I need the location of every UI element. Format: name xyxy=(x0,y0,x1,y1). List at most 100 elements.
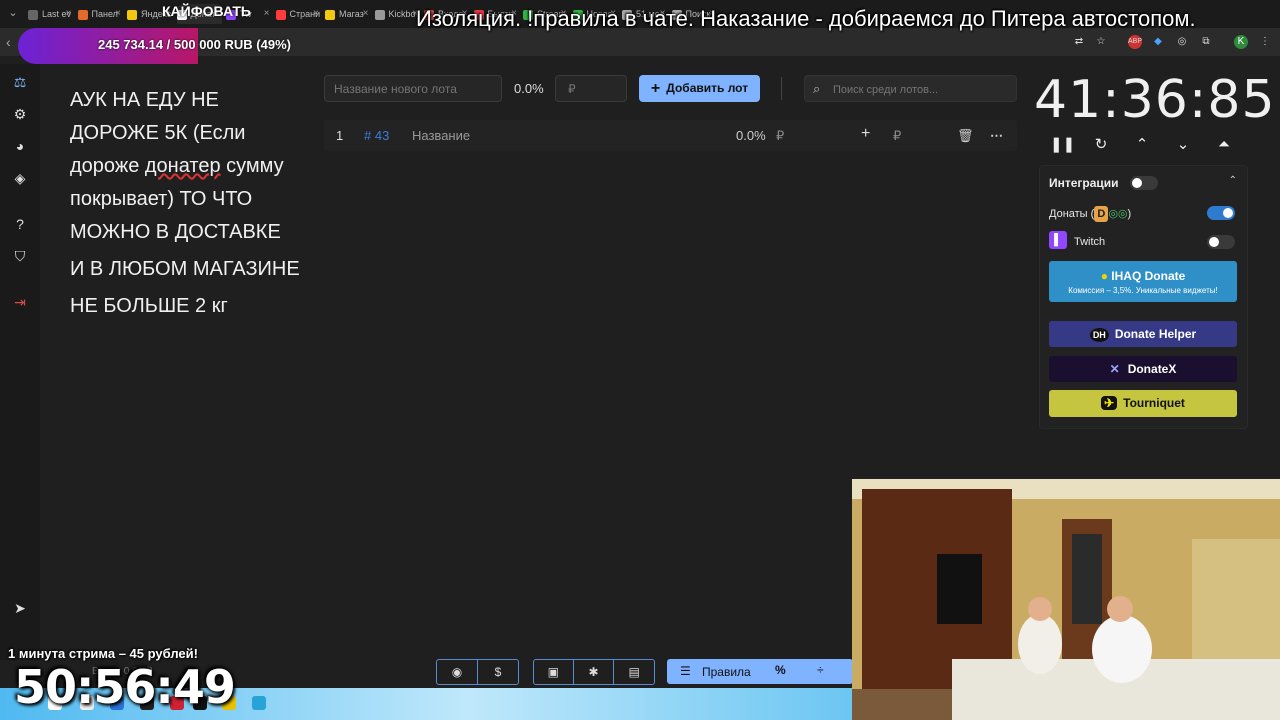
collapse-chevron-icon[interactable]: ⌃ xyxy=(1229,175,1237,186)
reset-icon[interactable]: ↻ xyxy=(1091,135,1111,155)
tab-label: Магаз xyxy=(339,9,364,19)
browser-tab[interactable]: Страни × xyxy=(275,4,322,24)
tourniquet-button[interactable]: ✈ Tourniquet xyxy=(1049,390,1237,417)
telegram-icon[interactable]: ➤ xyxy=(10,598,30,618)
ihaq-donate-button[interactable]: ● IHAQ Donate Комиссия – 3,5%. Уникальны… xyxy=(1049,261,1237,302)
percent-mode-icon[interactable]: % xyxy=(775,663,786,677)
toggle-knob xyxy=(1209,237,1219,247)
taskbar-app-icon[interactable] xyxy=(252,696,266,710)
rules-block-1-underlined: донатер xyxy=(144,155,221,177)
adblock-extension-icon[interactable]: ABP xyxy=(1128,35,1142,49)
lot-percent: 0.0% xyxy=(736,128,766,143)
twitch-icon: ▌ xyxy=(1049,231,1067,249)
auction-timer: 41:36:85 xyxy=(1034,70,1276,130)
lot-delete-icon[interactable]: 🗑 xyxy=(957,128,974,144)
overlay-kaif-label: КАЙФОВАТЬ xyxy=(162,3,251,19)
rules-block-3: НЕ БОЛЬШЕ 2 кг xyxy=(70,295,228,317)
tab-search-menu-button[interactable]: ⌄ xyxy=(4,4,22,22)
stream-title-overlay: Изоляция. !правила в чате. Наказание - д… xyxy=(416,6,1196,31)
lot-more-icon[interactable]: ⋯ xyxy=(990,128,1003,144)
bug-report-icon[interactable]: ✱ xyxy=(574,660,615,684)
split-icon[interactable]: ÷ xyxy=(817,663,824,677)
rules-block-2: И В ЛЮБОМ МАГАЗИНЕ xyxy=(70,258,300,280)
tab-favicon-icon xyxy=(28,9,38,20)
donation-goal-bar: 245 734.14 / 500 000 RUB (49%) xyxy=(18,28,318,64)
lot-add-amount-icon[interactable]: + xyxy=(861,125,870,143)
toolbar-divider xyxy=(781,77,782,100)
tab-close-icon[interactable]: × xyxy=(66,4,72,24)
new-lot-amount-input[interactable] xyxy=(555,75,627,102)
tab-favicon-icon xyxy=(374,9,385,20)
settings-gear-icon[interactable]: ⚙ xyxy=(10,104,30,124)
logout-icon[interactable]: ⇥ xyxy=(10,292,30,312)
tourniquet-icon: ✈ xyxy=(1101,396,1118,410)
chevron-down-icon[interactable]: ⌄ xyxy=(1173,135,1193,155)
browser-menu-icon[interactable]: ⋮ xyxy=(1258,35,1272,49)
tab-close-icon[interactable]: × xyxy=(313,4,319,24)
pause-icon[interactable]: ❚❚ xyxy=(1050,135,1075,155)
search-icon: ⌕ xyxy=(813,81,821,96)
back-icon[interactable]: ‹ xyxy=(6,34,11,50)
browser-tab[interactable]: Панел × xyxy=(77,4,124,24)
auction-rules-text: АУК НА ЕДУ НЕ ДОРОЖЕ 5К (Если дороже дон… xyxy=(70,84,310,327)
tab-close-icon[interactable]: × xyxy=(264,4,270,24)
ihaq-flag-icon: ● xyxy=(1100,269,1108,283)
browser-tab[interactable]: Last ev × xyxy=(28,4,74,24)
lot-amount[interactable]: ₽ xyxy=(776,128,784,144)
auction-gavel-icon[interactable]: ⚖ xyxy=(10,72,30,92)
donations-row: Донаты (D ◎◎) xyxy=(1049,206,1131,222)
donatepay-icon: ◎◎ xyxy=(1108,207,1128,220)
tab-favicon-icon xyxy=(77,9,88,20)
add-lot-label: Добавить лот xyxy=(666,80,749,95)
webcam-feed xyxy=(852,479,1280,720)
extension-icon[interactable]: ◆ xyxy=(1151,35,1165,49)
donations-label-close: ) xyxy=(1127,207,1132,220)
save-icon[interactable]: ▣ xyxy=(534,660,574,684)
donate-helper-button[interactable]: DH Donate Helper xyxy=(1049,321,1237,347)
shield-check-icon[interactable]: ⛉ xyxy=(10,246,30,266)
tab-label: Панел xyxy=(91,9,118,19)
browser-tab[interactable]: Магаз × xyxy=(325,4,371,24)
profile-avatar[interactable]: K xyxy=(1234,35,1248,49)
donations-toggle[interactable] xyxy=(1207,206,1235,220)
rules-list-icon[interactable]: ☰ xyxy=(680,664,691,678)
translate-icon[interactable]: ⇄ xyxy=(1072,35,1086,49)
lot-search[interactable]: ⌕ xyxy=(804,75,1017,103)
plus-icon: + xyxy=(650,79,661,97)
integrations-panel: Интеграции ⌃ Донаты (D ◎◎) ▌ Twitch ● IHA… xyxy=(1039,165,1248,429)
layers-icon[interactable]: ◈ xyxy=(10,168,30,188)
extension-circle-icon[interactable]: ◎ xyxy=(1175,35,1189,49)
ihaq-donate-sub: Комиссия – 3,5%. Уникальные виджеты! xyxy=(1068,286,1218,295)
donate-dollar-icon[interactable]: $ xyxy=(478,660,518,684)
browser-tab[interactable]: Kickbo × xyxy=(374,4,421,24)
toggle-knob xyxy=(1132,178,1142,188)
lot-name[interactable]: Название xyxy=(412,128,470,143)
new-lot-percent: 0.0% xyxy=(514,81,544,96)
help-icon[interactable]: ? xyxy=(10,214,30,234)
add-lot-button[interactable]: + Добавить лот xyxy=(639,75,760,102)
new-lot-name-input[interactable] xyxy=(324,75,502,102)
lot-search-input[interactable] xyxy=(831,76,1015,103)
stream-elapsed-clock: 50:56:49 xyxy=(14,660,236,714)
clear-lots-icon[interactable]: ▤ xyxy=(614,660,654,684)
donate-helper-icon: DH xyxy=(1089,328,1109,342)
lot-row[interactable]: 1 # 43 Название 0.0% ₽ + ₽ 🗑 ⋯ xyxy=(324,120,1017,151)
chevron-up-icon[interactable]: ⌃ xyxy=(1132,135,1152,155)
integrations-toggle[interactable] xyxy=(1130,176,1158,190)
rules-block-1: АУК НА ЕДУ НЕ ДОРОЖЕ 5К (Если дороже дон… xyxy=(70,84,310,249)
wheel-chart-icon[interactable]: ◕ xyxy=(10,136,30,156)
tourniquet-label: Tourniquet xyxy=(1123,396,1185,410)
github-icon[interactable]: ◉ xyxy=(437,660,478,684)
lot-add-amount-field[interactable]: ₽ xyxy=(893,128,901,144)
extensions-puzzle-icon[interactable]: ⧉ xyxy=(1199,35,1213,49)
tab-close-icon[interactable]: × xyxy=(115,4,121,24)
double-chevron-up-icon[interactable]: ⏶ xyxy=(1214,135,1234,155)
lot-id: # 43 xyxy=(364,128,390,143)
tab-close-icon[interactable]: × xyxy=(363,4,369,24)
minute-price-note: 1 минута стрима – 45 рублей! xyxy=(8,646,198,661)
twitch-toggle[interactable] xyxy=(1207,235,1235,249)
donatex-button[interactable]: ✕ DonateX xyxy=(1049,356,1237,382)
rules-button-label[interactable]: Правила xyxy=(702,665,751,679)
tab-favicon-icon xyxy=(127,9,137,20)
bookmark-star-icon[interactable]: ☆ xyxy=(1094,35,1108,49)
